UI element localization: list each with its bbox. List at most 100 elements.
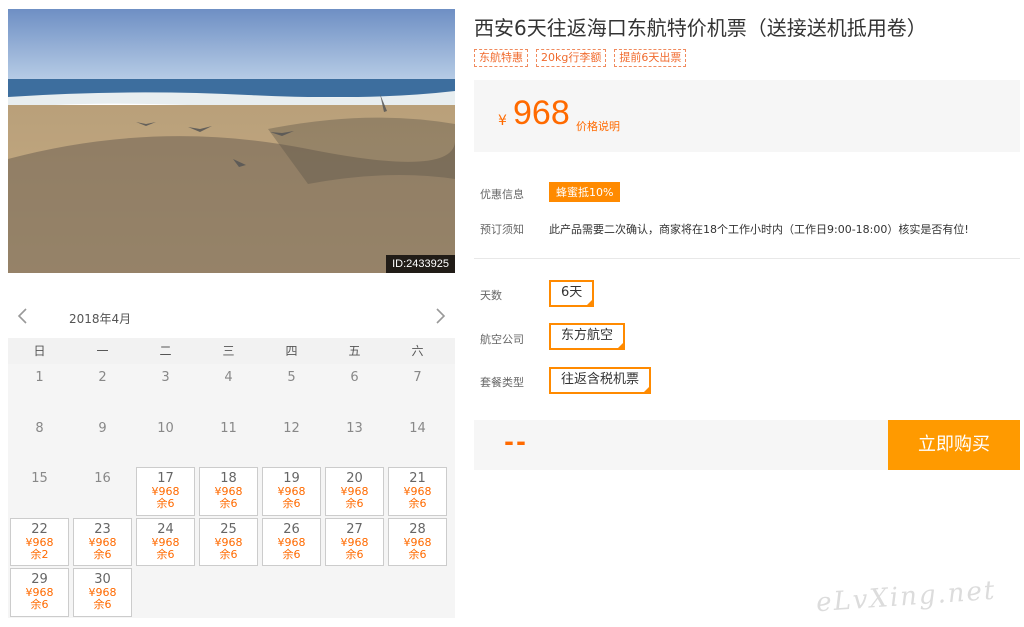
day-number: 26: [283, 521, 300, 537]
calendar-month: 2018年4月: [69, 312, 132, 326]
weekday-label: 三: [222, 344, 235, 358]
day-number: 9: [98, 420, 107, 436]
day-stock: 余6: [156, 547, 175, 561]
days-label: 天数: [480, 289, 502, 302]
calendar-day-available[interactable]: 25 ¥968 余6: [199, 517, 258, 566]
day-number: 19: [283, 471, 300, 486]
calendar-day-available[interactable]: 18 ¥968 余6: [199, 467, 258, 516]
package-option[interactable]: 往返含税机票: [549, 367, 652, 394]
calendar-day-available[interactable]: 29 ¥968 余6: [10, 568, 69, 617]
day-price: ¥968: [214, 535, 243, 549]
day-stock: 余6: [219, 497, 238, 510]
day-number: 25: [220, 521, 237, 537]
day-stock: 余6: [30, 598, 49, 611]
calendar-day: 9: [71, 415, 134, 466]
calendar-day: 10: [134, 415, 197, 466]
beach-image: [8, 9, 455, 273]
day-stock: 余6: [282, 547, 301, 561]
product-tags: 东航特惠 20kg行李额 提前6天出票: [474, 49, 687, 67]
airline-option[interactable]: 东方航空: [549, 323, 626, 350]
calendar-day: 3: [134, 364, 197, 415]
total-price: --: [504, 428, 528, 456]
buy-now-button[interactable]: 立即购买: [888, 420, 1020, 470]
calendar-day-available[interactable]: 23 ¥968 余6: [73, 517, 132, 566]
calendar-day-available[interactable]: 28 ¥968 余6: [388, 517, 447, 566]
day-number: 8: [35, 420, 44, 436]
weekday-label: 二: [159, 344, 172, 358]
day-number: 29: [31, 572, 48, 587]
calendar-day-available[interactable]: 21 ¥968 余6: [388, 467, 447, 516]
day-stock: 余6: [408, 497, 427, 510]
day-number: 11: [220, 420, 237, 436]
site-watermark: eLvXing.net: [815, 575, 998, 619]
calendar-day: 6: [323, 364, 386, 415]
day-number: 22: [31, 521, 48, 537]
product-tag: 20kg行李额: [536, 49, 607, 67]
day-stock: 余6: [93, 598, 112, 611]
day-stock: 余6: [93, 547, 112, 561]
day-number: 4: [224, 370, 233, 385]
day-price: ¥968: [151, 535, 180, 549]
day-stock: 余2: [30, 547, 49, 561]
calendar-nav: 2018年4月: [8, 298, 455, 338]
product-photo: ID:2433925: [8, 9, 455, 273]
date-calendar: 2018年4月 日一二三四五六 1 2 3 4 5 6 7 8 9 10 11 12 13 14 15 16 1…: [8, 298, 455, 618]
notice-label: 预订须知: [480, 223, 524, 236]
calendar-day-available[interactable]: 24 ¥968 余6: [136, 517, 195, 566]
day-number: 15: [31, 471, 48, 486]
calendar-day-available[interactable]: 20 ¥968 余6: [325, 467, 384, 516]
day-number: 28: [409, 521, 426, 537]
calendar-day: 8: [8, 415, 71, 466]
divider: [474, 258, 1020, 259]
purchase-bar: -- 立即购买: [474, 420, 1020, 470]
calendar-day-available[interactable]: 30 ¥968 余6: [73, 568, 132, 617]
day-number: 30: [94, 572, 111, 587]
calendar-day-available[interactable]: 27 ¥968 余6: [325, 517, 384, 566]
calendar-day-available[interactable]: 22 ¥968 余2: [10, 517, 69, 566]
day-price: ¥968: [277, 535, 306, 549]
day-number: 23: [94, 521, 111, 537]
calendar-day: 11: [197, 415, 260, 466]
day-number: 6: [350, 370, 359, 385]
calendar-day: 12: [260, 415, 323, 466]
day-stock: 余6: [282, 497, 301, 510]
day-price: ¥968: [88, 535, 117, 549]
days-option[interactable]: 6天: [549, 280, 595, 307]
calendar-day: 4: [197, 364, 260, 415]
calendar-day: 7: [386, 364, 449, 415]
chevron-right-icon[interactable]: [431, 306, 449, 326]
calendar-day: 2: [71, 364, 134, 415]
day-number: 10: [157, 420, 174, 436]
day-stock: 余6: [156, 497, 175, 510]
day-price: ¥968: [25, 535, 54, 549]
weekday-label: 四: [285, 344, 298, 358]
day-number: 12: [283, 420, 300, 436]
day-number: 20: [346, 471, 363, 486]
day-number: 16: [94, 471, 111, 486]
price-explanation-link[interactable]: 价格说明: [576, 118, 620, 134]
product-price: 968: [513, 94, 570, 132]
day-stock: 余6: [408, 547, 427, 561]
day-number: 27: [346, 521, 363, 537]
day-price: ¥968: [403, 535, 432, 549]
day-stock: 余6: [219, 547, 238, 561]
day-number: 14: [409, 420, 426, 436]
calendar-day-available[interactable]: 17 ¥968 余6: [136, 467, 195, 516]
weekday-label: 六: [411, 344, 424, 358]
product-tag: 东航特惠: [474, 49, 528, 67]
product-tag: 提前6天出票: [614, 49, 687, 67]
day-number: 2: [98, 370, 107, 385]
day-price: ¥968: [340, 535, 369, 549]
package-label: 套餐类型: [480, 376, 524, 389]
calendar-day: 1: [8, 364, 71, 415]
calendar-day-available[interactable]: 19 ¥968 余6: [262, 467, 321, 516]
calendar-weekday-header: 日一二三四五六: [8, 338, 455, 364]
calendar-day-available[interactable]: 26 ¥968 余6: [262, 517, 321, 566]
calendar-day: 13: [323, 415, 386, 466]
day-number: 5: [287, 370, 296, 385]
calendar-day: 5: [260, 364, 323, 415]
airline-label: 航空公司: [480, 333, 524, 346]
calendar-day: 16: [71, 465, 134, 516]
chevron-left-icon[interactable]: [14, 306, 32, 326]
day-number: 17: [157, 471, 174, 486]
